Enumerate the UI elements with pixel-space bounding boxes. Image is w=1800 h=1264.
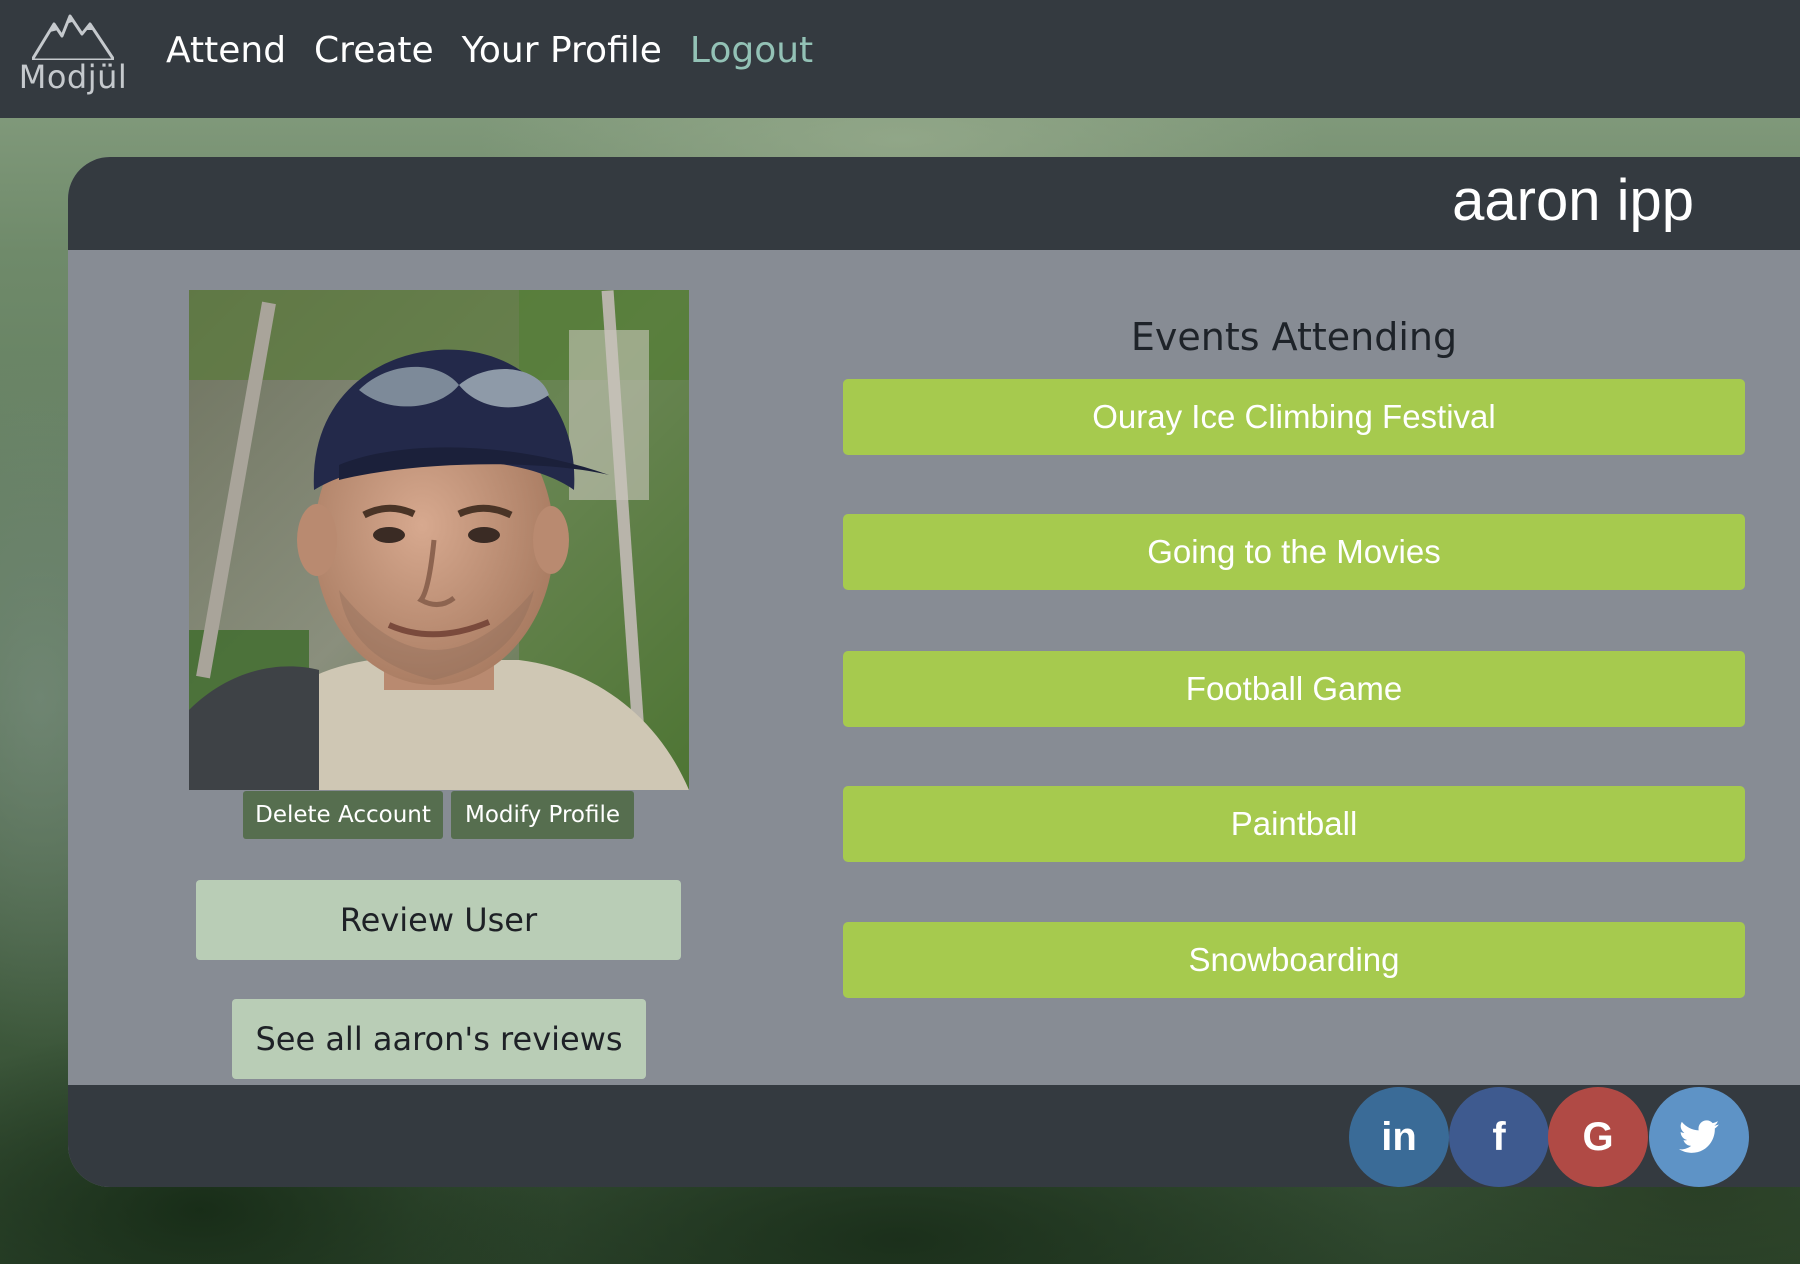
nav-logout[interactable]: Logout: [690, 30, 813, 71]
delete-account-button[interactable]: Delete Account: [243, 791, 443, 839]
nav-create[interactable]: Create: [314, 30, 434, 71]
profile-name: aaron ipp: [1452, 168, 1694, 233]
navbar: Modjül Attend Create Your Profile Logout: [0, 0, 1800, 118]
events-attending-heading: Events Attending: [1130, 315, 1458, 359]
nav-links: Attend Create Your Profile Logout: [166, 30, 813, 71]
brand-logo[interactable]: Modjül: [14, 10, 132, 100]
nav-your-profile[interactable]: Your Profile: [462, 30, 662, 71]
twitter-bird-icon: [1679, 1120, 1719, 1153]
profile-card-header: aaron ipp: [68, 157, 1800, 250]
nav-attend[interactable]: Attend: [166, 30, 286, 71]
review-user-button[interactable]: Review User: [196, 880, 681, 960]
brand-name: Modjül: [18, 58, 128, 96]
avatar: [189, 290, 689, 790]
profile-card: aaron ipp Delete Account Modify Profile …: [68, 157, 1800, 1187]
event-item[interactable]: Snowboarding: [843, 922, 1745, 998]
event-item[interactable]: Paintball: [843, 786, 1745, 862]
google-icon[interactable]: G: [1548, 1087, 1648, 1187]
event-item[interactable]: Going to the Movies: [843, 514, 1745, 590]
event-item[interactable]: Ouray Ice Climbing Festival: [843, 379, 1745, 455]
event-item[interactable]: Football Game: [843, 651, 1745, 727]
linkedin-icon[interactable]: in: [1349, 1087, 1449, 1187]
facebook-icon[interactable]: f: [1449, 1087, 1549, 1187]
see-all-reviews-button[interactable]: See all aaron's reviews: [232, 999, 646, 1079]
twitter-icon[interactable]: [1649, 1087, 1749, 1187]
mountain-icon: [32, 14, 114, 60]
modify-profile-button[interactable]: Modify Profile: [451, 791, 634, 839]
